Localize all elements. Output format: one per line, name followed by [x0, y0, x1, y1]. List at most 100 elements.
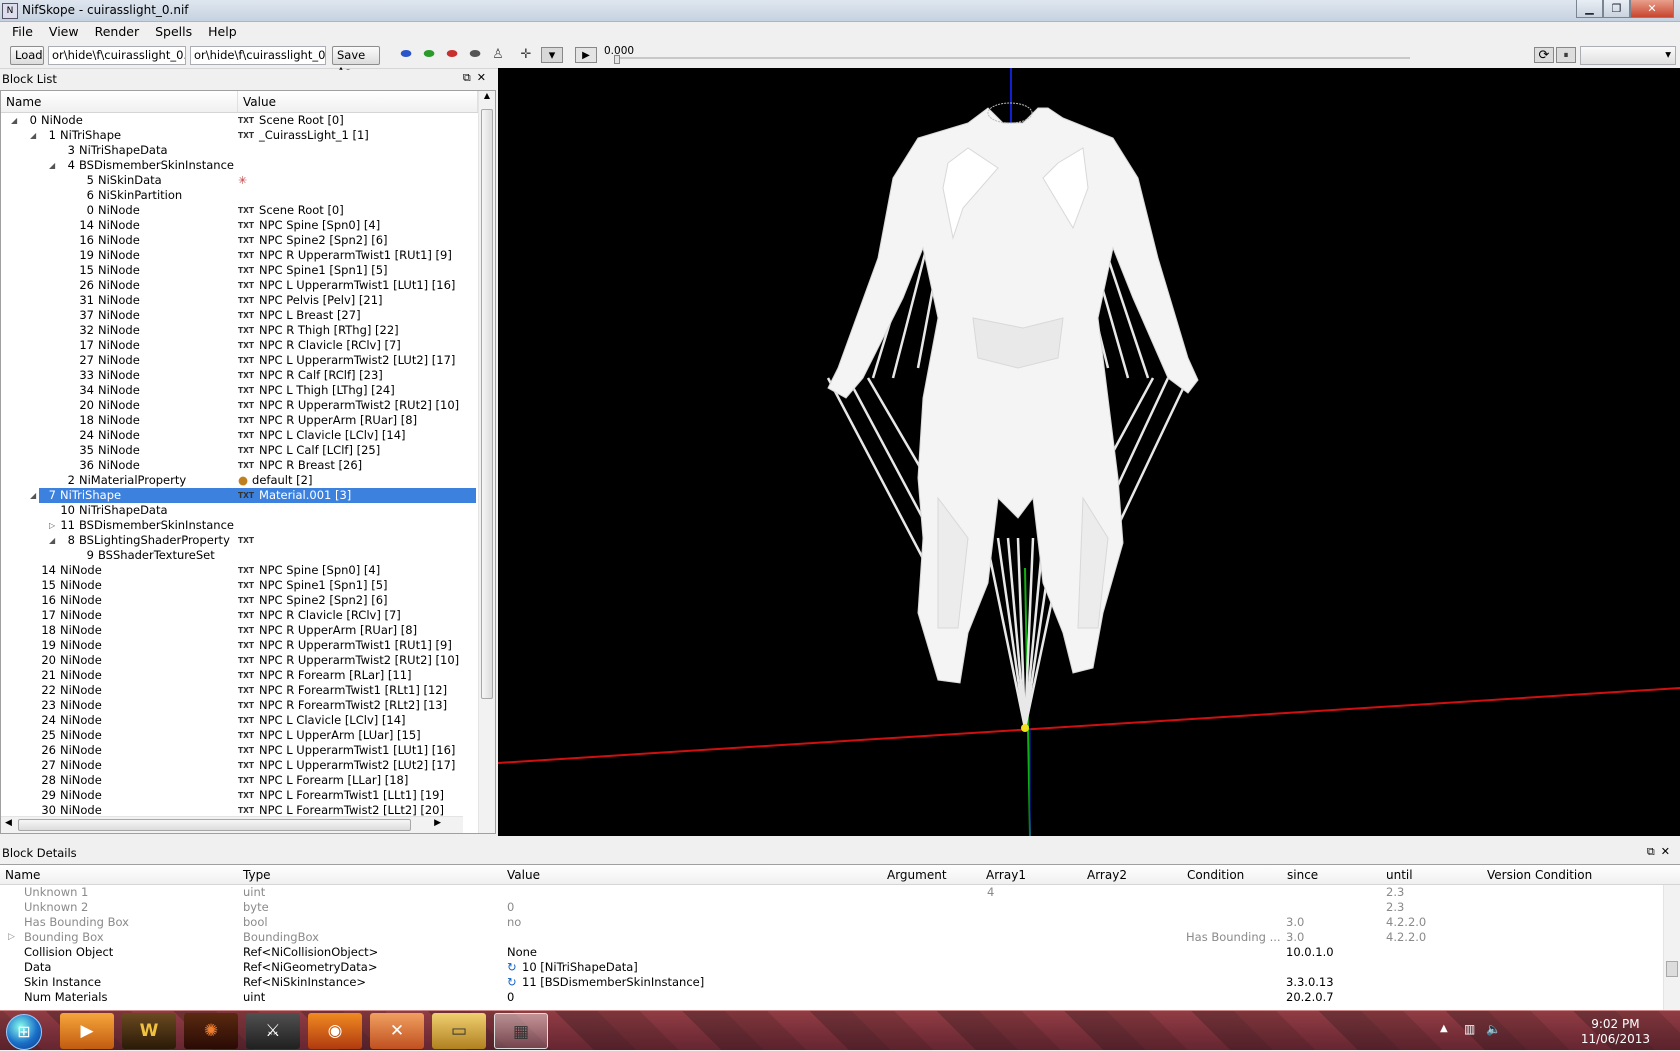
tree-row[interactable]: 26 NiNode TXT NPC L UpperarmTwist1 [LUt1] [… — [1, 278, 495, 293]
details-row[interactable]: Unknown 2 byte 0 2.3 — [0, 900, 1680, 915]
tree-row[interactable]: 20 NiNode TXT NPC R UpperarmTwist2 [RUt2] [… — [1, 653, 495, 668]
tree-row[interactable]: 33 NiNode TXT NPC R Calf [RClf] [23] — [1, 368, 495, 383]
menu-help[interactable]: Help — [200, 22, 245, 42]
tray-expand-icon[interactable]: ▲ — [1440, 1023, 1448, 1034]
col-condition[interactable]: Condition — [1187, 868, 1244, 882]
tree-row[interactable]: 31 NiNode TXT NPC Pelvis [Pelv] [21] — [1, 293, 495, 308]
tree-row[interactable]: 6 NiSkinPartition — [1, 188, 495, 203]
field-value[interactable]: 0 — [507, 990, 514, 1005]
clock[interactable]: 9:02 PM 11/06/2013 — [1581, 1017, 1650, 1047]
tree-row[interactable]: 35 NiNode TXT NPC L Calf [LClf] [25] — [1, 443, 495, 458]
play-icon[interactable]: ▶ — [575, 47, 597, 63]
link-icon[interactable]: ↻ — [507, 960, 517, 975]
tree-row[interactable]: 15 NiNode TXT NPC Spine1 [Spn1] [5] — [1, 578, 495, 593]
media-player-icon[interactable]: ▶ — [60, 1013, 114, 1049]
tree-row[interactable]: 24 NiNode TXT NPC L Clavicle [LClv] [14] — [1, 713, 495, 728]
hscrollbar-thumb[interactable] — [18, 819, 411, 831]
render-viewport[interactable] — [498, 68, 1680, 836]
tree-row[interactable]: 32 NiNode TXT NPC R Thigh [RThg] [22] — [1, 323, 495, 338]
tree-row[interactable]: 14 NiNode TXT NPC Spine [Spn0] [4] — [1, 218, 495, 233]
column-name[interactable]: Name — [1, 91, 238, 112]
tree-row[interactable]: 28 NiNode TXT NPC L Forearm [LLar] [18] — [1, 773, 495, 788]
col-name[interactable]: Name — [5, 868, 40, 882]
time-slider-track[interactable] — [614, 57, 1410, 59]
tree-row[interactable]: 16 NiNode TXT NPC Spine2 [Spn2] [6] — [1, 593, 495, 608]
tree-row[interactable]: 15 NiNode TXT NPC Spine1 [Spn1] [5] — [1, 263, 495, 278]
menu-spells[interactable]: Spells — [147, 22, 200, 42]
details-row[interactable]: Skin Instance Ref<NiSkinInstance> ↻ 11 [BSD… — [0, 975, 1680, 990]
tree-row[interactable]: 21 NiNode TXT NPC R Forearm [RLar] [11] — [1, 668, 495, 683]
link-icon[interactable]: ↻ — [507, 975, 517, 990]
tree-row[interactable]: ▷ 11 BSDismemberSkinInstance — [1, 518, 495, 533]
col-value[interactable]: Value — [507, 868, 540, 882]
tree-row[interactable]: ◢ 1 NiTriShape TXT _CuirassLight_1 [1] — [1, 128, 495, 143]
start-button[interactable]: ⊞ — [6, 1014, 42, 1050]
network-icon[interactable]: ▥ — [1464, 1022, 1475, 1036]
tree-row[interactable]: 34 NiNode TXT NPC L Thigh [LThg] [24] — [1, 383, 495, 398]
animation-select[interactable]: ▾ — [1580, 46, 1676, 65]
vertical-scrollbar[interactable]: ▲ — [478, 91, 495, 833]
axes-icon[interactable]: ✛ — [518, 47, 534, 63]
details-row[interactable]: Num Materials uint 0 20.2.0.7 — [0, 990, 1680, 1005]
tree-row[interactable]: 19 NiNode TXT NPC R UpperarmTwist1 [RUt1] [… — [1, 638, 495, 653]
close-panel-icon[interactable]: ✕ — [1661, 845, 1676, 858]
col-array1[interactable]: Array1 — [986, 868, 1026, 882]
scroll-right-icon[interactable]: ▶ — [434, 818, 441, 828]
scroll-left-icon[interactable]: ◀ — [5, 818, 12, 828]
scrollbar-thumb[interactable] — [481, 109, 493, 699]
tree-row[interactable]: 0 NiNode TXT Scene Root [0] — [1, 203, 495, 218]
menu-file[interactable]: File — [4, 22, 41, 42]
tree-row[interactable]: 27 NiNode TXT NPC L UpperarmTwist2 [LUt2] [… — [1, 353, 495, 368]
details-row[interactable]: Collision Object Ref<NiCollisionObject> No… — [0, 945, 1680, 960]
tree-row[interactable]: 25 NiNode TXT NPC L UpperArm [LUar] [15] — [1, 728, 495, 743]
details-row[interactable]: Unknown 1 uint 4 2.3 — [0, 885, 1680, 900]
time-slider-thumb[interactable] — [614, 55, 620, 64]
warcraft-icon[interactable]: W — [122, 1013, 176, 1049]
tree-row[interactable]: 2 NiMaterialProperty ● default [2] — [1, 473, 495, 488]
tree-row[interactable]: 18 NiNode TXT NPC R UpperArm [RUar] [8] — [1, 623, 495, 638]
walk-mode-icon[interactable]: ♙ — [490, 47, 506, 63]
view-top-icon[interactable]: ⬬ — [398, 47, 414, 63]
tree-row[interactable]: ◢ 0 NiNode TXT Scene Root [0] — [1, 113, 495, 128]
skyrim-icon[interactable]: ⚔ — [246, 1013, 300, 1049]
field-value[interactable]: 10 [NiTriShapeData] — [522, 960, 638, 975]
game-launcher-icon[interactable]: ✺ — [184, 1013, 238, 1049]
tree-row[interactable]: 19 NiNode TXT NPC R UpperarmTwist1 [RUt1] [… — [1, 248, 495, 263]
tree-row[interactable]: 17 NiNode TXT NPC R Clavicle [RClv] [7] — [1, 338, 495, 353]
menu-view[interactable]: View — [41, 22, 87, 42]
field-value[interactable]: None — [507, 945, 537, 960]
tree-row[interactable]: ◢ 8 BSLightingShaderProperty TXT — [1, 533, 495, 548]
tree-row[interactable]: 3 NiTriShapeData — [1, 143, 495, 158]
menu-render[interactable]: Render — [87, 22, 148, 42]
view-side-icon[interactable]: ⬬ — [444, 47, 460, 63]
tree-row[interactable]: 37 NiNode TXT NPC L Breast [27] — [1, 308, 495, 323]
load-path-field[interactable]: or\hide\f\cuirasslight_0.nif — [48, 46, 186, 65]
tree-row[interactable]: 22 NiNode TXT NPC R ForearmTwist1 [RLt1] [1… — [1, 683, 495, 698]
tree-row[interactable]: 26 NiNode TXT NPC L UpperarmTwist1 [LUt1] [… — [1, 743, 495, 758]
col-version-condition[interactable]: Version Condition — [1487, 868, 1592, 882]
col-array2[interactable]: Array2 — [1087, 868, 1127, 882]
tool-icon[interactable]: ✕ — [370, 1013, 424, 1049]
expand-arrow-icon[interactable]: ▷ — [8, 930, 15, 945]
details-row[interactable]: Has Bounding Box bool no 3.0 4.2.2.0 — [0, 915, 1680, 930]
field-value[interactable]: 11 [BSDismemberSkinInstance] — [522, 975, 704, 990]
save-path-field[interactable]: or\hide\f\cuirasslight_0.nif — [190, 46, 326, 65]
tree-row[interactable]: 18 NiNode TXT NPC R UpperArm [RUar] [8] — [1, 413, 495, 428]
file-explorer-icon[interactable]: ▭ — [432, 1013, 486, 1049]
close-panel-icon[interactable]: ✕ — [477, 71, 492, 84]
save-as-button[interactable]: Save As — [332, 46, 380, 79]
field-value[interactable]: 0 — [507, 900, 514, 915]
details-row[interactable]: Data Ref<NiGeometryData> ↻ 10 [NiTriShapeDa… — [0, 960, 1680, 975]
tree-row[interactable]: 9 BSShaderTextureSet — [1, 548, 495, 563]
horizontal-scrollbar[interactable]: ◀ ▶ — [1, 816, 463, 833]
close-button[interactable]: ✕ — [1630, 0, 1674, 18]
float-icon[interactable]: ⧉ — [463, 71, 477, 84]
tree-row[interactable]: 27 NiNode TXT NPC L UpperarmTwist2 [LUt2] [… — [1, 758, 495, 773]
col-argument[interactable]: Argument — [887, 868, 947, 882]
tree-row[interactable]: 16 NiNode TXT NPC Spine2 [Spn2] [6] — [1, 233, 495, 248]
load-button[interactable]: Load — [10, 46, 44, 65]
tree-row[interactable]: 24 NiNode TXT NPC L Clavicle [LClv] [14] — [1, 428, 495, 443]
tree-row[interactable]: 14 NiNode TXT NPC Spine [Spn0] [4] — [1, 563, 495, 578]
tree-row[interactable]: 5 NiSkinData ✳ — [1, 173, 495, 188]
view-dropdown-icon[interactable]: ▾ — [541, 47, 563, 63]
